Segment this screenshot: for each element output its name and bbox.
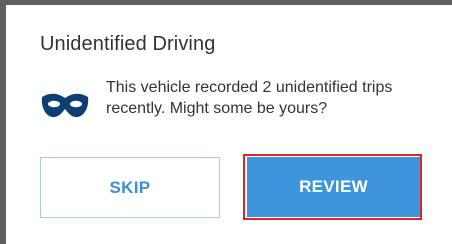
dialog-message: This vehicle recorded 2 unidentified tri… xyxy=(106,79,393,117)
dialog-title: Unidentified Driving xyxy=(40,33,216,55)
skip-button[interactable]: SKIP xyxy=(40,157,220,218)
unidentified-driving-dialog: Unidentified Driving This vehicle record… xyxy=(6,5,452,244)
review-button[interactable]: REVIEW xyxy=(247,157,420,217)
mask-icon xyxy=(41,93,89,118)
